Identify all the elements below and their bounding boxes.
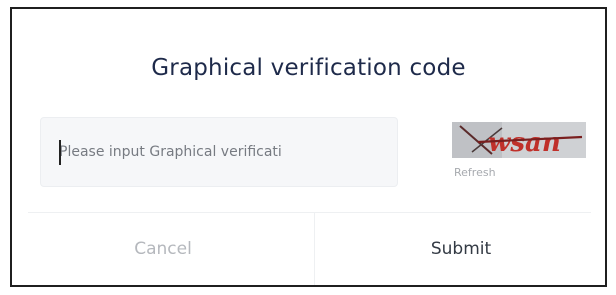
- captcha-text: wsan: [488, 128, 561, 158]
- verification-dialog: Graphical verification code wsan Refresh…: [10, 7, 607, 287]
- captcha-image[interactable]: wsan: [452, 122, 586, 158]
- submit-button[interactable]: Submit: [315, 213, 607, 285]
- dialog-title: Graphical verification code: [151, 55, 466, 81]
- cancel-button[interactable]: Cancel: [12, 213, 314, 285]
- captcha-refresh-link[interactable]: Refresh: [454, 166, 496, 179]
- text-caret: [59, 140, 61, 165]
- verification-code-input[interactable]: [40, 117, 398, 187]
